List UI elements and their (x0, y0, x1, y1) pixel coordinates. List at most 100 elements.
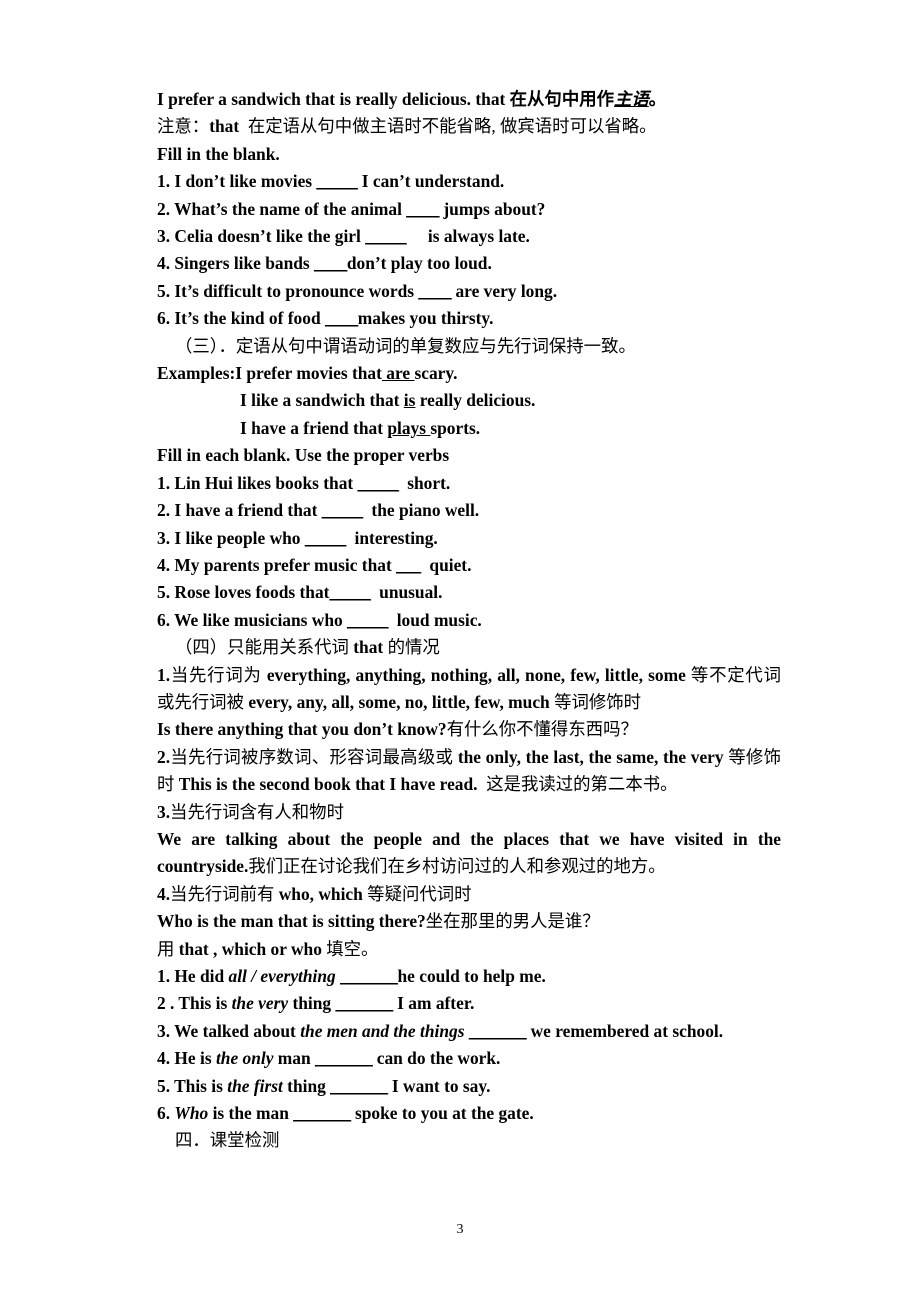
document-line: 4.当先行词前有 who, which 等疑问代词时 (157, 881, 781, 908)
text-run: _____ (357, 472, 399, 493)
document-line: 6. We like musicians who _____ loud musi… (157, 607, 781, 634)
text-run: _______ (340, 966, 398, 986)
text-run: 3. I like people who (157, 527, 305, 548)
document-line: 2 . This is the very thing _______ I am … (157, 990, 781, 1017)
document-line: Fill in each blank. Use the proper verbs (157, 442, 781, 469)
text-run: _______ (468, 1020, 527, 1041)
document-line: We are talking about the people and the … (157, 826, 781, 881)
text-run: that (209, 116, 244, 137)
text-run: 用 (157, 938, 179, 959)
document-line: I like a sandwich that is really delicio… (157, 387, 781, 414)
text-run: 等疑问代词时 (362, 883, 472, 904)
text-run: short. (398, 472, 451, 493)
text-run: I like a sandwich that (240, 390, 404, 411)
text-run: we remembered at school. (526, 1020, 724, 1041)
text-run: 2. What’s the name of the animal (157, 198, 407, 219)
text-run: （四）只能用关系代词 (175, 637, 354, 658)
text-run: plays (387, 417, 431, 438)
text-run: 3. (157, 801, 171, 822)
document-line: 3. Celia doesn’t like the girl _____ is … (157, 223, 781, 250)
text-run: 2 . This is (157, 993, 232, 1014)
text-run: I have a friend that (240, 417, 388, 438)
document-line: 2. What’s the name of the animal ____ ju… (157, 196, 781, 223)
text-run: _____ (329, 582, 371, 603)
text-run: 坐在那里的男人是谁？ (425, 911, 600, 932)
document-line: Examples:I prefer movies that are scary. (157, 360, 781, 387)
document-line: 5. This is the first thing _______ I wan… (157, 1073, 781, 1100)
document-line: 4. Singers like bands ____don’t play too… (157, 250, 781, 277)
text-run: 四．课堂检测 (175, 1130, 280, 1151)
text-run: unusual. (370, 582, 443, 603)
text-run: 有什么你不懂得东西吗？ (446, 719, 638, 740)
text-run: 当先行词前有 (170, 883, 279, 904)
text-run: 当先行词被序数词、形容词最高级或 (170, 746, 458, 767)
document-line: 3. We talked about the men and the thing… (157, 1018, 781, 1045)
document-line: 1. I don’t like movies _____ I can’t und… (157, 168, 781, 195)
text-run: Who (174, 1103, 209, 1124)
document-line: 5. It’s difficult to pronounce words ___… (157, 278, 781, 305)
text-run: 注意： (157, 116, 210, 137)
text-run: 1. Lin Hui likes books that (157, 472, 358, 493)
text-run: the only (215, 1048, 274, 1069)
document-line: 1. Lin Hui likes books that _____ short. (157, 470, 781, 497)
text-run: the piano well. (362, 500, 480, 521)
text-run: thing (288, 993, 336, 1014)
text-run: 4. My parents prefer music that (157, 554, 397, 575)
text-run: is always late. (406, 226, 530, 247)
text-run: Is there anything that you don’t know? (157, 719, 447, 740)
text-run: 3. We talked about (157, 1020, 301, 1041)
text-run: This is the second book that I have read… (178, 774, 478, 795)
text-run: 1. (157, 664, 171, 685)
text-run: 等词修饰时 (549, 691, 642, 712)
text-run: sports. (430, 417, 481, 438)
text-run: _______ (330, 1075, 388, 1096)
text-run: is the man (208, 1103, 294, 1124)
document-page: I prefer a sandwich that is really delic… (0, 0, 920, 1300)
document-line: Fill in the blank. (157, 141, 781, 168)
text-run: quiet. (420, 554, 472, 575)
text-run: 2. (157, 746, 171, 767)
text-run: 3. Celia doesn’t like the girl (157, 226, 366, 247)
text-run: 主语 (614, 89, 649, 109)
document-line: 四．课堂检测 (157, 1127, 781, 1154)
text-run: Fill in the blank. (157, 143, 280, 164)
document-line: 注意：that 在定语从句中做主语时不能省略, 做宾语时可以省略。 (157, 113, 781, 140)
text-run: spoke to you at the gate. (350, 1103, 534, 1124)
text-run: every, any, all, some, no, little, few, … (248, 691, 550, 712)
document-line: I have a friend that plays sports. (157, 415, 781, 442)
text-run: 这是我读过的第二本书。 (477, 774, 678, 795)
document-line: 1. He did all / everything _______he cou… (157, 963, 781, 990)
text-run: 6. It’s the kind of food (157, 308, 325, 329)
text-run: makes you thirsty. (357, 308, 494, 329)
text-run: ____ (406, 198, 440, 219)
text-run: that (353, 637, 384, 658)
text-run: that , which or who (178, 938, 322, 959)
text-run: ___ (396, 554, 421, 575)
text-run: ____ (324, 308, 358, 329)
text-run: he could to help me. (397, 966, 546, 986)
text-run: 5. This is (157, 1075, 228, 1096)
text-run: who, which (278, 883, 363, 904)
text-run: is (403, 390, 416, 411)
text-run: _______ (335, 993, 393, 1014)
text-run: the first (227, 1075, 283, 1096)
text-run: Examples:I prefer movies that (157, 363, 382, 384)
document-line: （三）．定语从句中谓语动词的单复数应与先行词保持一致。 (157, 333, 781, 360)
page-number: 3 (456, 1222, 464, 1237)
document-line: 2. I have a friend that _____ the piano … (157, 497, 781, 524)
text-run: ____ (418, 280, 452, 301)
text-run: _____ (304, 527, 346, 548)
text-run: are very long. (451, 280, 558, 301)
document-line: 6. It’s the kind of food ____makes you t… (157, 305, 781, 332)
text-run: the only, the last, the same, the very (457, 746, 724, 767)
document-line: 3.当先行词含有人和物时 (157, 799, 781, 826)
text-run: all / everything (228, 966, 336, 986)
document-line: 2.当先行词被序数词、形容词最高级或 the only, the last, t… (157, 744, 781, 799)
text-run: jumps about? (439, 198, 546, 219)
text-run: are (381, 363, 415, 384)
text-run: don’t play too loud. (346, 253, 492, 274)
text-run: the men and the things (300, 1020, 465, 1041)
document-line: 3. I like people who _____ interesting. (157, 525, 781, 552)
text-run: 5. Rose loves foods that (157, 582, 330, 603)
text-run: 4. (157, 883, 171, 904)
